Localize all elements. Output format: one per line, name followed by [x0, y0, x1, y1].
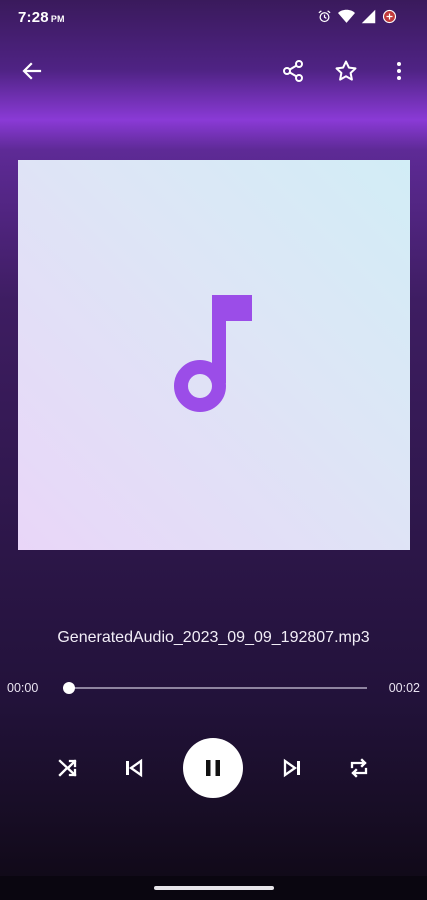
seek-thumb[interactable] — [63, 682, 75, 694]
pause-button[interactable] — [183, 738, 243, 798]
repeat-icon — [350, 758, 368, 778]
status-time: 7:28 PM — [18, 9, 65, 26]
back-button[interactable] — [10, 46, 54, 96]
clock: 7:28 — [18, 9, 49, 26]
album-art — [18, 160, 410, 550]
music-note-icon — [174, 295, 252, 412]
share-icon — [283, 60, 303, 82]
favorite-button[interactable] — [324, 46, 368, 96]
shuffle-icon — [58, 759, 77, 777]
skip-next-icon — [283, 758, 300, 778]
skip-previous-icon — [126, 758, 143, 778]
pause-icon — [206, 760, 220, 776]
next-button[interactable] — [270, 738, 314, 798]
more-options-button[interactable] — [377, 46, 421, 96]
cell-signal-icon — [361, 9, 376, 24]
star-outline-icon — [335, 60, 357, 81]
alarm-icon — [317, 9, 332, 24]
battery-saver-icon — [382, 9, 397, 24]
playback-controls — [0, 738, 427, 798]
track-filename: GeneratedAudio_2023_09_09_192807.mp3 — [57, 629, 370, 646]
toolbar — [0, 46, 427, 96]
share-button[interactable] — [271, 46, 315, 96]
wifi-icon — [338, 9, 355, 24]
home-gesture-handle[interactable] — [154, 886, 274, 890]
more-vert-icon — [397, 62, 401, 80]
total-time: 00:02 — [388, 681, 420, 695]
status-icons — [317, 9, 397, 24]
previous-button[interactable] — [112, 738, 156, 798]
seek-bar[interactable] — [69, 687, 367, 689]
clock-ampm: PM — [50, 14, 65, 24]
shuffle-button[interactable] — [46, 738, 90, 798]
arrow-left-icon — [22, 62, 42, 80]
repeat-button[interactable] — [337, 738, 381, 798]
status-bar: 7:28 PM — [0, 0, 427, 36]
elapsed-time: 00:00 — [7, 681, 39, 695]
